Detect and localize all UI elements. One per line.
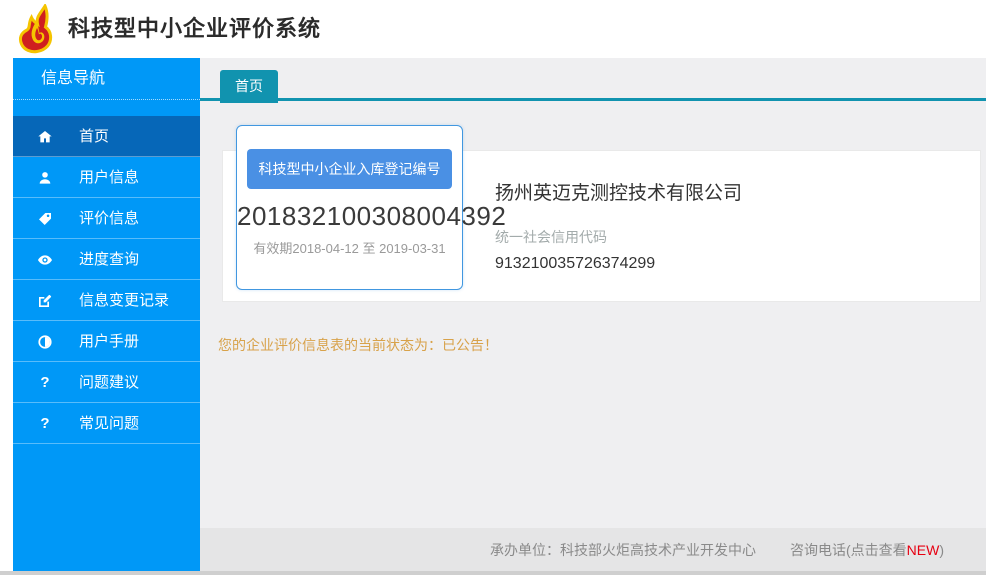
sidebar-item-label: 评价信息 bbox=[79, 210, 139, 227]
sidebar: 信息导航 首页用户信息评价信息进度查询信息变更记录用户手册? 问题建议? 常见问题 bbox=[13, 58, 200, 571]
edit-icon bbox=[35, 280, 55, 321]
sidebar-item-suggest[interactable]: ? 问题建议 bbox=[13, 362, 200, 403]
torch-logo-icon bbox=[12, 4, 60, 54]
sidebar-item-label: 常见问题 bbox=[79, 415, 139, 432]
sidebar-item-label: 进度查询 bbox=[79, 251, 139, 268]
footer-phone-text: 咨询电话(点击查看 bbox=[790, 542, 907, 558]
sidebar-item-label: 用户手册 bbox=[79, 333, 139, 350]
sidebar-item-manual[interactable]: 用户手册 bbox=[13, 321, 200, 362]
footer: 承办单位：科技部火炬高技术产业开发中心 咨询电话(点击查看NEW) bbox=[200, 528, 986, 571]
main-content: 首页 科技型中小企业入库登记编号 201832100308004392 有效期2… bbox=[200, 58, 986, 575]
company-name: 扬州英迈克测控技术有限公司 bbox=[495, 178, 742, 205]
sidebar-item-label: 问题建议 bbox=[79, 374, 139, 391]
credit-code-label: 统一社会信用代码 bbox=[495, 227, 742, 247]
sidebar-item-eval-info[interactable]: 评价信息 bbox=[13, 198, 200, 239]
sidebar-item-progress[interactable]: 进度查询 bbox=[13, 239, 200, 280]
sidebar-item-user-info[interactable]: 用户信息 bbox=[13, 157, 200, 198]
home-icon bbox=[35, 116, 55, 157]
footer-organizer: 承办单位：科技部火炬高技术产业开发中心 bbox=[490, 540, 756, 560]
adjust-icon bbox=[35, 321, 55, 362]
registration-validity: 有效期2018-04-12 至 2019-03-31 bbox=[237, 238, 462, 257]
sidebar-item-label: 用户信息 bbox=[79, 169, 139, 186]
company-block: 扬州英迈克测控技术有限公司 统一社会信用代码 91321003572637429… bbox=[495, 178, 742, 273]
footer-new-badge: NEW bbox=[907, 542, 940, 558]
registration-number: 201832100308004392 bbox=[237, 201, 462, 232]
page: 科技型中小企业评价系统 信息导航 首页用户信息评价信息进度查询信息变更记录用户手… bbox=[0, 0, 986, 575]
sidebar-item-change-log[interactable]: 信息变更记录 bbox=[13, 280, 200, 321]
question-icon: ? bbox=[35, 403, 55, 444]
footer-phone-link[interactable]: 咨询电话(点击查看NEW) bbox=[790, 540, 944, 560]
app-title: 科技型中小企业评价系统 bbox=[68, 0, 321, 58]
status-message: 您的企业评价信息表的当前状态为：已公告！ bbox=[218, 335, 498, 355]
tag-icon bbox=[35, 198, 55, 239]
header: 科技型中小企业评价系统 bbox=[0, 0, 986, 58]
sidebar-item-home[interactable]: 首页 bbox=[13, 116, 200, 157]
sidebar-menu: 首页用户信息评价信息进度查询信息变更记录用户手册? 问题建议? 常见问题 bbox=[13, 116, 200, 444]
sidebar-item-faq[interactable]: ? 常见问题 bbox=[13, 403, 200, 444]
registration-badge[interactable]: 科技型中小企业入库登记编号 bbox=[247, 149, 452, 189]
credit-code-value: 913210035726374299 bbox=[495, 255, 742, 273]
sidebar-item-label: 信息变更记录 bbox=[79, 292, 169, 309]
bottom-scrollbar-strip[interactable] bbox=[0, 571, 986, 575]
tab-home[interactable]: 首页 bbox=[220, 70, 278, 103]
sidebar-item-label: 首页 bbox=[79, 128, 109, 145]
tab-bar: 首页 bbox=[200, 58, 986, 101]
registration-card: 科技型中小企业入库登记编号 201832100308004392 有效期2018… bbox=[236, 125, 463, 290]
question-icon: ? bbox=[35, 362, 55, 403]
eye-icon bbox=[35, 239, 55, 280]
sidebar-panel-title: 信息导航 bbox=[13, 58, 200, 100]
user-icon bbox=[35, 157, 55, 198]
footer-phone-suffix: ) bbox=[939, 542, 944, 558]
